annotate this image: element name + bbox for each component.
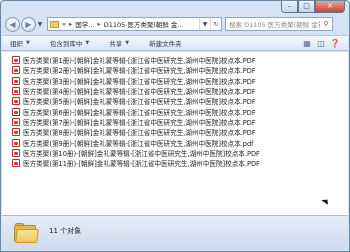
pdf-file-icon	[12, 159, 20, 168]
include-in-library-label: 包含到库中	[49, 40, 83, 48]
file-item[interactable]: 医方类聚(第10册)-[朝鲜]金礼蒙等辑-[浙江省中医研究生,湖州中医院]校点本…	[12, 148, 260, 158]
breadcrumb-overflow[interactable]: «	[62, 20, 66, 28]
file-name: 医方类聚(第1册)-[朝鲜]金礼蒙等辑-[浙江省中医研究生,湖州中医院]校点本.…	[23, 57, 256, 66]
chevron-down-icon: ▼	[26, 40, 30, 46]
back-arrow-icon: ◀	[9, 19, 16, 29]
recent-pages-dropdown[interactable]: ▼	[36, 21, 44, 28]
file-item[interactable]: 医方类聚(第1册)-[朝鲜]金礼蒙等辑-[浙江省中医研究生,湖州中医院]校点本.…	[12, 55, 260, 65]
breadcrumb-separator[interactable]: ▸	[69, 20, 72, 28]
view-controls: ▦ ◫ ❓	[300, 39, 348, 48]
file-item[interactable]: 医方类聚(第3册)-[朝鲜]金礼蒙等辑-[浙江省中医研究生,湖州中医院]校点本.…	[12, 76, 260, 86]
file-name: 医方类聚(第2册)-[朝鲜]金礼蒙等辑-[浙江省中医研究生,湖州中医院]校点本.…	[23, 67, 256, 76]
forward-button[interactable]: ▶	[21, 16, 36, 32]
file-name: 医方类聚(第6册)-[朝鲜]金礼蒙等辑-[浙江省中医研究生,湖州中医院]校点本.…	[23, 108, 256, 117]
new-folder-button[interactable]: 新建文件夹	[149, 38, 182, 48]
explorer-window: – □ ✕ ◀ ▶ ▼ « ▸ 国学... ▸ D1105 医方类聚(朝鲜 金.…	[0, 0, 350, 252]
file-name: 医方类聚(第11册)-[朝鲜]金礼蒙等辑-[浙江省中医研究生,湖州中医院]校点本…	[23, 160, 260, 169]
pdf-file-icon	[12, 117, 20, 126]
pdf-file-icon	[12, 97, 20, 106]
breadcrumb-separator[interactable]: ▸	[97, 20, 100, 28]
share-label: 共享	[109, 40, 123, 48]
file-name: 医方类聚(第9册)-[朝鲜]金礼蒙等辑-[浙江省中医研究生,湖州中医院]校点本.…	[23, 139, 254, 148]
pdf-file-icon	[12, 66, 20, 75]
navigation-bar: ◀ ▶ ▼ « ▸ 国学... ▸ D1105 医方类聚(朝鲜 金... ▼ ↻…	[1, 15, 349, 33]
search-box[interactable]: 搜索 D1105 医方类聚(朝鲜 金礼蒙等... ⚲	[225, 17, 333, 31]
folder-icon	[14, 223, 39, 243]
close-button[interactable]: ✕	[315, 1, 345, 13]
file-name: 医方类聚(第5册)-[朝鲜]金礼蒙等辑-[浙江省中医研究生,湖州中医院]校点本.…	[23, 98, 256, 107]
breadcrumb-item[interactable]: D1105 医方类聚(朝鲜 金...	[104, 19, 184, 29]
file-name: 医方类聚(第7册)-[朝鲜]金礼蒙等辑-[浙江省中医研究生,湖州中医院]校点本.…	[23, 118, 256, 127]
pdf-file-icon	[12, 107, 20, 116]
file-name: 医方类聚(第10册)-[朝鲜]金礼蒙等辑-[浙江省中医研究生,湖州中医院]校点本…	[23, 149, 260, 158]
item-count: 11 个对象	[49, 226, 82, 235]
command-bar: 组织 ▼ 包含到库中 ▼ 共享 ▼ 新建文件夹 ▦ ◫ ❓	[2, 35, 348, 51]
search-input[interactable]: 搜索 D1105 医方类聚(朝鲜 金礼蒙等...	[229, 19, 320, 29]
file-list-pane: 医方类聚(第1册)-[朝鲜]金礼蒙等辑-[浙江省中医研究生,湖州中医院]校点本.…	[2, 52, 348, 215]
file-name: 医方类聚(第4册)-[朝鲜]金礼蒙等辑-[浙江省中医研究生,湖州中医院]校点本.…	[23, 88, 256, 97]
mouse-cursor-icon	[321, 197, 331, 205]
search-icon[interactable]: ⚲	[320, 20, 332, 28]
organize-label: 组织	[10, 40, 23, 48]
include-in-library-menu[interactable]: 包含到库中 ▼	[50, 38, 89, 48]
maximize-button[interactable]: □	[298, 1, 315, 13]
file-item[interactable]: 医方类聚(第4册)-[朝鲜]金礼蒙等辑-[浙江省中医研究生,湖州中医院]校点本.…	[12, 86, 260, 96]
pdf-file-icon	[12, 128, 20, 137]
folder-icon	[50, 20, 59, 28]
file-item[interactable]: 医方类聚(第9册)-[朝鲜]金礼蒙等辑-[浙江省中医研究生,湖州中医院]校点本.…	[12, 137, 260, 148]
preview-pane-icon[interactable]: ◫	[314, 39, 328, 48]
forward-arrow-icon: ▶	[25, 19, 32, 29]
details-pane: 11 个对象	[2, 215, 348, 250]
file-item[interactable]: 医方类聚(第5册)-[朝鲜]金礼蒙等辑-[浙江省中医研究生,湖州中医院]校点本.…	[12, 96, 260, 106]
share-menu[interactable]: 共享 ▼	[109, 38, 129, 48]
pdf-file-icon	[12, 76, 20, 85]
pdf-file-icon	[12, 56, 20, 65]
pdf-file-icon	[12, 138, 20, 147]
file-item[interactable]: 医方类聚(第2册)-[朝鲜]金礼蒙等辑-[浙江省中医研究生,湖州中医院]校点本.…	[12, 65, 260, 75]
chevron-down-icon: ▼	[85, 40, 90, 46]
breadcrumb-item[interactable]: 国学...	[75, 19, 94, 29]
file-item[interactable]: 医方类聚(第6册)-[朝鲜]金礼蒙等辑-[浙江省中医研究生,湖州中医院]校点本.…	[12, 106, 260, 117]
new-folder-label: 新建文件夹	[149, 40, 182, 48]
file-item[interactable]: 医方类聚(第11册)-[朝鲜]金礼蒙等辑-[浙江省中医研究生,湖州中医院]校点本…	[12, 158, 260, 168]
refresh-icon[interactable]: ↻	[210, 18, 221, 30]
address-bar[interactable]: « ▸ 国学... ▸ D1105 医方类聚(朝鲜 金... ▼ ↻	[47, 17, 222, 31]
file-item[interactable]: 医方类聚(第7册)-[朝鲜]金礼蒙等辑-[浙江省中医研究生,湖州中医院]校点本.…	[12, 117, 260, 127]
pdf-file-icon	[12, 148, 20, 157]
file-name: 医方类聚(第3册)-[朝鲜]金礼蒙等辑-[浙江省中医研究生,湖州中医院]校点本.…	[23, 77, 256, 86]
minimize-button[interactable]: –	[281, 1, 298, 13]
back-button[interactable]: ◀	[5, 16, 20, 32]
file-list: 医方类聚(第1册)-[朝鲜]金礼蒙等辑-[浙江省中医研究生,湖州中医院]校点本.…	[12, 55, 260, 168]
help-icon[interactable]: ❓	[328, 39, 342, 48]
organize-menu[interactable]: 组织 ▼	[10, 38, 30, 48]
pdf-file-icon	[12, 87, 20, 96]
chevron-down-icon: ▼	[125, 40, 130, 46]
file-name: 医方类聚(第8册)-[朝鲜]金礼蒙等辑-[浙江省中医研究生,湖州中医院]校点本.…	[23, 129, 256, 138]
caption-buttons: – □ ✕	[281, 1, 345, 14]
address-dropdown-icon[interactable]: ▼	[199, 18, 210, 30]
file-item[interactable]: 医方类聚(第8册)-[朝鲜]金礼蒙等辑-[浙江省中医研究生,湖州中医院]校点本.…	[12, 127, 260, 137]
view-options-icon[interactable]: ▦	[300, 39, 314, 48]
